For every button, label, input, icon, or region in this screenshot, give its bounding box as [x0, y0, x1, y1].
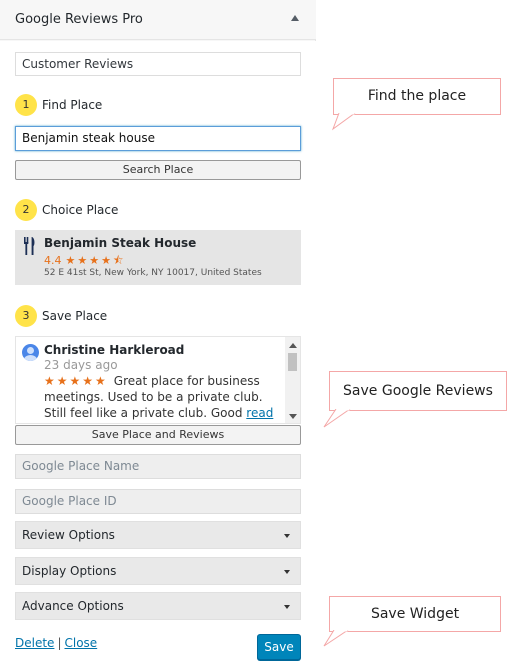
place-id-field: Google Place ID: [15, 489, 301, 514]
step-label: Save Place: [42, 309, 108, 323]
place-name: Benjamin Steak House: [44, 236, 197, 250]
step-label: Find Place: [42, 98, 103, 112]
widget-title: Google Reviews Pro: [15, 12, 143, 27]
dropdown-label: Review Options: [22, 528, 115, 542]
step-number-badge: 3: [15, 305, 37, 327]
save-place-reviews-button[interactable]: Save Place and Reviews: [15, 425, 301, 445]
place-name-field: Google Place Name: [15, 454, 301, 479]
scroll-thumb[interactable]: [288, 353, 297, 371]
widget-header[interactable]: Google Reviews Pro: [0, 0, 316, 40]
review-options-dropdown[interactable]: Review Options: [15, 521, 301, 549]
caret-down-icon: [284, 570, 290, 574]
review-preview[interactable]: Christine Harkleroad 23 days ago ★★★★★ Gr…: [15, 336, 301, 424]
callout-text: Find the place: [367, 88, 467, 104]
search-place-button[interactable]: Search Place: [15, 160, 301, 180]
restaurant-icon: [24, 237, 35, 255]
widget-footer-links: Delete | Close: [15, 636, 97, 650]
scroll-up-icon[interactable]: [289, 343, 297, 348]
close-link[interactable]: Close: [64, 636, 97, 650]
caret-down-icon: [284, 534, 290, 538]
avatar: [22, 344, 39, 361]
review-stars-icon: ★★★★★: [44, 374, 108, 388]
caret-down-icon: [284, 605, 290, 609]
widget-panel: Google Reviews Pro Customer Reviews 1 Fi…: [0, 0, 316, 663]
step-number-badge: 2: [15, 199, 37, 221]
delete-link[interactable]: Delete: [15, 636, 54, 650]
callout-text: Save Google Reviews: [343, 383, 493, 399]
callout-save-reviews: Save Google Reviews: [329, 371, 507, 411]
callout-find-place: Find the place: [333, 78, 501, 115]
dropdown-label: Display Options: [22, 564, 117, 578]
place-search-input[interactable]: Benjamin steak house: [15, 126, 301, 151]
dropdown-label: Advance Options: [22, 599, 124, 613]
display-options-dropdown[interactable]: Display Options: [15, 557, 301, 585]
callout-pointer: [323, 409, 351, 428]
link-separator: |: [57, 636, 62, 650]
callout-text: Save Widget: [370, 606, 460, 622]
step-label: Choice Place: [42, 203, 119, 217]
rating-value: 4.4: [44, 254, 62, 267]
place-result-card[interactable]: Benjamin Steak House 4.4 ★★★★⯪ 52 E 41st …: [15, 230, 301, 285]
save-button[interactable]: Save: [257, 634, 301, 660]
review-text: ★★★★★ Great place for business meetings. …: [44, 373, 284, 423]
place-address: 52 E 41st St, New York, NY 10017, United…: [44, 268, 262, 278]
callout-save-widget: Save Widget: [329, 596, 501, 632]
review-author: Christine Harkleroad: [44, 343, 185, 357]
review-time: 23 days ago: [44, 358, 118, 372]
widget-title-input[interactable]: Customer Reviews: [15, 52, 301, 76]
callout-pointer: [323, 630, 349, 647]
collapse-arrow-icon[interactable]: [291, 15, 299, 21]
rating-stars-icon: ★★★★⯪: [65, 254, 126, 267]
scroll-down-icon[interactable]: [289, 414, 297, 419]
callout-pointer: [331, 113, 356, 131]
step-number-badge: 1: [15, 94, 37, 116]
advance-options-dropdown[interactable]: Advance Options: [15, 592, 301, 620]
review-scrollbar[interactable]: [285, 337, 300, 423]
